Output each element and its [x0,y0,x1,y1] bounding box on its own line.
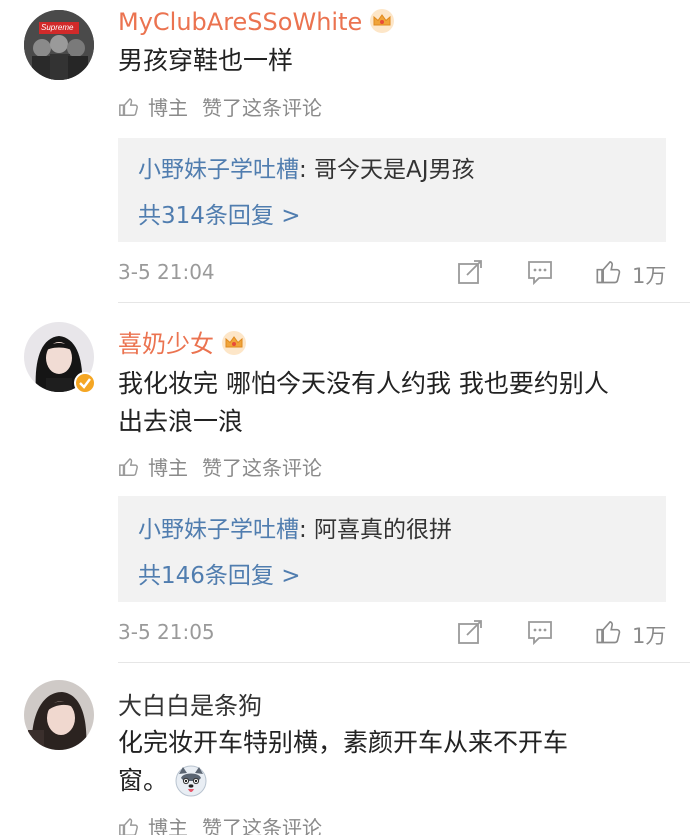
avatar[interactable]: Supreme [24,10,94,80]
thumb-up-icon [119,97,138,116]
avatar-image [24,10,94,80]
share-icon[interactable] [456,618,484,646]
liked-author: 博主 [148,96,188,120]
reply-username[interactable]: 小野妹子学吐槽 [138,157,299,183]
liked-label: 赞了这条评论 [202,456,322,480]
reply-preview[interactable]: 小野妹子学吐槽: 阿喜真的很拼 共146条回复 > [118,496,666,602]
comment-text-line-2: 出去浪一浪 [118,407,244,436]
reply-count-link[interactable]: 共314条回复 > [138,196,300,230]
liked-label: 赞了这条评论 [202,816,322,835]
share-icon[interactable] [456,258,484,286]
reply-line: 小野妹子学吐槽: 阿喜真的很拼 [138,510,452,544]
username[interactable]: 大白白是条狗 [118,686,262,721]
comment-icon[interactable] [526,258,554,286]
username[interactable]: 喜奶少女 [118,324,248,359]
username-text[interactable]: 喜奶少女 [118,330,214,358]
author-liked-row: 博主 赞了这条评论 [118,92,322,121]
thumb-up-icon [119,457,138,476]
liked-author: 博主 [148,456,188,480]
liked-author: 博主 [148,816,188,835]
comment-text-line-2-text: 窗。 [118,766,169,795]
comment-time: 3-5 21:04 [118,260,215,284]
avatar-logo-text: Supreme [41,23,74,32]
comment-text: 男孩穿鞋也一样 [118,46,294,75]
reply-text: : 哥今天是AJ男孩 [299,157,475,183]
like-count: 1万 [632,624,667,648]
author-liked-row: 博主 赞了这条评论 [118,812,322,835]
husky-emoji-icon [175,765,207,797]
divider [118,662,690,663]
verified-badge-icon [74,372,96,394]
comment-time: 3-5 21:05 [118,620,215,644]
avatar-image [24,680,94,750]
comment-text-line-1: 化完妆开车特别横，素颜开车从来不开车 [118,728,569,757]
comment-text-line-2: 窗。 [118,762,208,800]
like-thumb-icon[interactable] [594,618,624,646]
crown-icon [222,331,246,355]
reply-username[interactable]: 小野妹子学吐槽 [138,517,299,543]
divider [118,302,690,303]
avatar[interactable] [24,680,94,750]
crown-icon [370,9,395,33]
reply-line: 小野妹子学吐槽: 哥今天是AJ男孩 [138,150,475,184]
comment-meta: 3-5 21:05 1万 [118,618,666,648]
author-liked-row: 博主 赞了这条评论 [118,452,322,481]
like-count: 1万 [632,264,667,288]
username-text[interactable]: 大白白是条狗 [118,692,262,720]
like-thumb-icon[interactable] [594,258,624,286]
comment-meta: 3-5 21:04 1万 [118,258,666,288]
comment-icon[interactable] [526,618,554,646]
comment-text-line-1: 我化妆完 哪怕今天没有人约我 我也要约别人 [118,369,609,398]
username[interactable]: MyClubAreSSoWhite [118,8,396,36]
reply-count-link[interactable]: 共146条回复 > [138,556,300,590]
reply-preview[interactable]: 小野妹子学吐槽: 哥今天是AJ男孩 共314条回复 > [118,138,666,242]
reply-text: : 阿喜真的很拼 [299,517,453,543]
username-text[interactable]: MyClubAreSSoWhite [118,8,362,36]
liked-label: 赞了这条评论 [202,96,322,120]
thumb-up-icon [119,817,138,835]
